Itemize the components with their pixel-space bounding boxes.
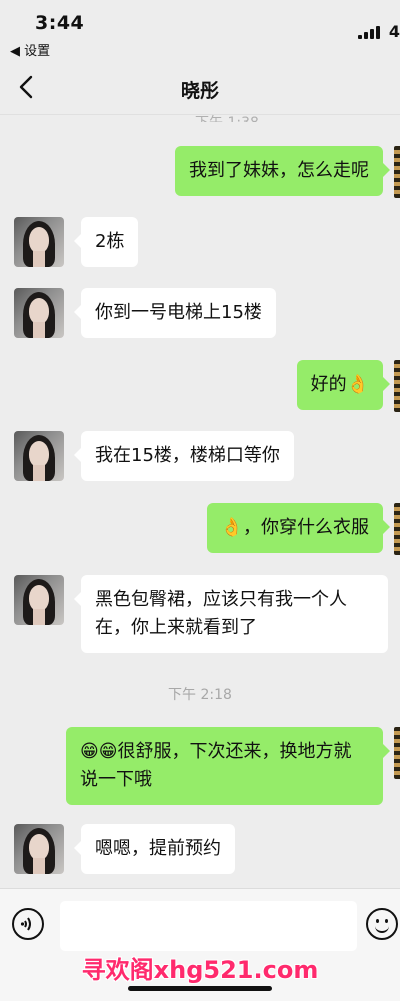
message-bubble-outgoing[interactable]: 好的👌 <box>296 360 391 410</box>
message-bubble-incoming[interactable]: 我在15楼，楼梯口等你 <box>74 431 294 481</box>
message-bubble-outgoing[interactable]: 我到了妹妹，怎么走呢 <box>175 146 390 196</box>
chat-title: 晓彤 <box>180 80 219 102</box>
home-indicator[interactable] <box>128 986 272 991</box>
timestamp-clipped: 下午 1:38 <box>195 112 259 122</box>
my-avatar[interactable] <box>394 727 400 779</box>
avatar[interactable] <box>14 431 64 481</box>
my-avatar[interactable] <box>394 146 400 198</box>
emoji-icon[interactable] <box>366 908 398 940</box>
signal-icon <box>358 26 382 39</box>
message-bubble-incoming[interactable]: 你到一号电梯上15楼 <box>74 288 276 338</box>
message-bubble-outgoing[interactable]: 👌，你穿什么衣服 <box>206 503 391 553</box>
avatar[interactable] <box>14 824 64 874</box>
message-bubble-incoming[interactable]: 嗯嗯，提前预约 <box>74 824 235 874</box>
my-avatar[interactable] <box>394 360 400 412</box>
avatar[interactable] <box>14 575 64 625</box>
watermark-text: 寻欢阁xhg521.com <box>81 956 319 984</box>
chat-header: 晓彤 <box>0 62 400 115</box>
avatar[interactable] <box>14 288 64 338</box>
message-bubble-incoming[interactable]: 黑色包臀裙，应该只有我一个人在，你上来就看到了 <box>74 575 388 653</box>
avatar[interactable] <box>14 217 64 267</box>
status-bar: 3:44 ◀ 设置 4 <box>0 0 400 62</box>
timestamp: 下午 2:18 <box>168 687 232 703</box>
message-input[interactable] <box>60 901 357 951</box>
back-to-settings-link[interactable]: ◀ 设置 <box>10 40 50 59</box>
voice-icon[interactable] <box>12 908 44 940</box>
status-edge-text: 4 <box>388 22 400 41</box>
message-bubble-outgoing[interactable]: 😁😁很舒服，下次还来，换地方就说一下哦 <box>66 727 390 805</box>
status-time: 3:44 <box>35 12 85 34</box>
message-bubble-incoming[interactable]: 2栋 <box>73 217 139 267</box>
my-avatar[interactable] <box>394 503 400 555</box>
